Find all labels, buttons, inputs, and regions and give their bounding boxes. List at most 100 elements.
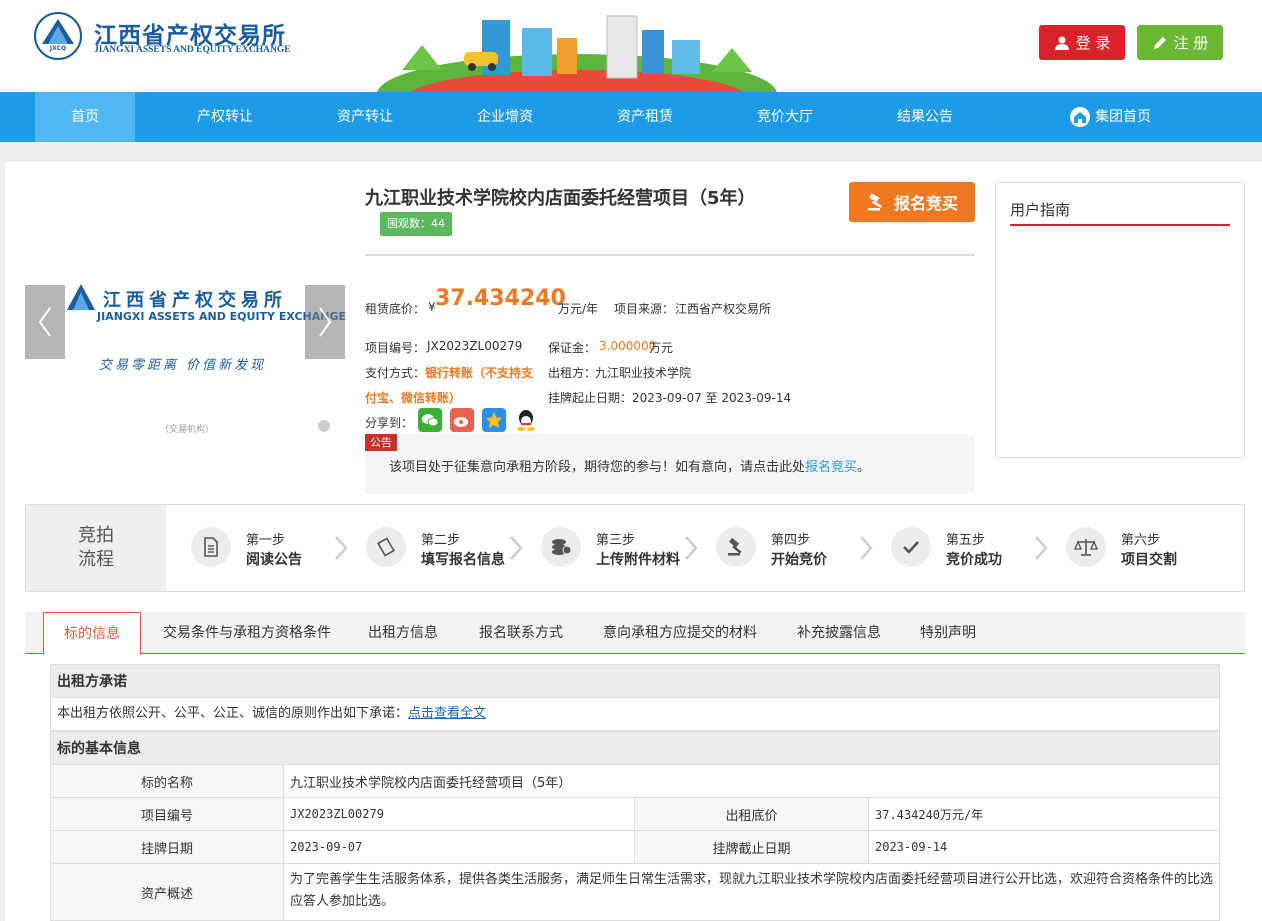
logo-mark-text: JXCQ <box>49 45 67 52</box>
tab-contact[interactable]: 报名联系方式 <box>468 612 574 654</box>
code-cell-label: 项目编号 <box>51 798 284 830</box>
nav-item-bidding-hall[interactable]: 竞价大厅 <box>735 92 835 142</box>
chevron-right-icon <box>1035 536 1048 560</box>
subject-name-value: 九江职业技术学院校内店面委托经营项目（5年） <box>290 775 572 791</box>
price-unit: 万元/年 <box>558 302 599 316</box>
carousel-slogan: 交易零距离 价值新发现 <box>99 358 267 373</box>
view-count-badge: 围观数：44 <box>380 212 452 236</box>
pencil-icon <box>1153 36 1166 49</box>
step-5-num: 第五步 <box>946 533 986 548</box>
tab-trade-conditions[interactable]: 交易条件与承租方资格条件 <box>151 612 343 654</box>
login-label: 登 录 <box>1075 34 1111 52</box>
project-title: 九江职业技术学院校内店面委托经营项目（5年） <box>365 188 756 209</box>
code-value: JX2023ZL00279 <box>427 339 523 353</box>
chevron-right-icon <box>319 307 332 337</box>
step-6-name: 项目交割 <box>1121 552 1177 568</box>
carousel-next-button[interactable] <box>305 285 345 359</box>
notice-text: 该项目处于征集意向承租方阶段，期待您的参与！如有意向，请点击此处报名竞买。 <box>389 456 870 475</box>
register-bid-label: 报名竞买 <box>893 194 958 213</box>
period-value: 2023-09-07 至 2023-09-14 <box>632 391 792 405</box>
site-header: JXCQ 江西省产权交易所 JIANGXI ASSETS AND EQUITY … <box>0 0 1262 92</box>
step-3-name: 上传附件材料 <box>596 552 680 568</box>
rent-price-value: 37.434240万元/年 <box>875 807 984 822</box>
register-bid-button[interactable]: 报名竞买 <box>849 182 975 222</box>
step-4-num: 第四步 <box>771 533 811 548</box>
nav-item-group-home[interactable]: 集团首页 <box>1060 92 1160 142</box>
chevron-right-icon <box>860 536 873 560</box>
promise-row: 本出租方依照公开、公平、公正、诚信的原则作出如下承诺：点击查看全文 <box>50 698 1220 731</box>
document-icon <box>191 527 231 567</box>
chevron-right-icon <box>685 536 698 560</box>
carousel-dot[interactable] <box>318 420 330 432</box>
tab-special-statement[interactable]: 特别声明 <box>908 612 988 654</box>
nav-item-asset-lease[interactable]: 资产租赁 <box>595 92 695 142</box>
qzone-share-icon[interactable] <box>482 408 506 432</box>
register-button[interactable]: 注 册 <box>1137 25 1223 60</box>
wechat-share-icon[interactable] <box>418 408 442 432</box>
chevron-left-icon <box>38 307 51 337</box>
table-row: 挂牌日期 2023-09-07 挂牌截止日期 2023-09-14 <box>50 831 1220 864</box>
step-6-num: 第六步 <box>1121 533 1161 548</box>
step-3-num: 第三步 <box>596 533 636 548</box>
carousel-logo-cn: 江西省产权交易所 <box>103 290 287 311</box>
lessor-value: 九江职业技术学院 <box>595 366 692 380</box>
source-value: 江西省产权交易所 <box>675 302 772 316</box>
main-nav: 首页 产权转让 资产转让 企业增资 资产租赁 竞价大厅 结果公告 集团首页 <box>0 92 1262 142</box>
login-button[interactable]: 登 录 <box>1039 25 1125 60</box>
qq-share-icon[interactable] <box>514 408 538 432</box>
code-label: 项目编号： <box>365 341 426 355</box>
carousel-prev-button[interactable] <box>25 285 65 359</box>
register-label: 注 册 <box>1173 34 1209 52</box>
tab-lessor-info[interactable]: 出租方信息 <box>358 612 448 654</box>
step-2-name: 填写报名信息 <box>421 552 505 568</box>
nav-item-results[interactable]: 结果公告 <box>875 92 975 142</box>
chevron-right-icon <box>335 536 348 560</box>
listing-end-label: 挂牌截止日期 <box>635 831 869 863</box>
check-icon <box>891 527 931 567</box>
step-5-name: 竞价成功 <box>946 552 1002 568</box>
subject-name-label: 标的名称 <box>51 765 284 797</box>
chevron-right-icon <box>510 536 523 560</box>
basic-info-section-title: 标的基本信息 <box>50 731 1220 765</box>
asset-overview-label: 资产概述 <box>51 864 284 920</box>
carousel-logo-icon <box>67 284 95 310</box>
promise-text: 本出租方依照公开、公平、公正、诚信的原则作出如下承诺： <box>57 706 409 721</box>
rent-price-label: 出租底价 <box>635 798 869 830</box>
payment-value-line1: 银行转账（不支持支 <box>425 366 534 380</box>
nav-item-capital-increase[interactable]: 企业增资 <box>455 92 555 142</box>
tab-subject-info[interactable]: 标的信息 <box>43 612 141 655</box>
process-heading-line2: 流程 <box>78 549 114 570</box>
listing-end-value: 2023-09-14 <box>875 840 948 854</box>
tab-supplementary[interactable]: 补充披露信息 <box>786 612 892 654</box>
coins-icon <box>541 527 581 567</box>
asset-overview-value: 为了完善学生生活服务体系，提供各类生活服务，满足师生日常生活需求，现就九江职业技… <box>290 872 1214 909</box>
nav-item-group-home-label: 集团首页 <box>1095 109 1151 125</box>
code-cell-value: JX2023ZL00279 <box>284 798 635 830</box>
table-row: 资产概述 为了完善学生生活服务体系，提供各类生活服务，满足师生日常生活需求，现就… <box>50 864 1220 921</box>
detail-tabs: 标的信息 交易条件与承租方资格条件 出租方信息 报名联系方式 意向承租方应提交的… <box>25 612 1245 655</box>
promise-full-text-link[interactable]: 点击查看全文 <box>408 706 486 721</box>
promise-section-title: 出租方承诺 <box>50 664 1220 698</box>
step-2-num: 第二步 <box>421 533 461 548</box>
source-label: 项目来源： <box>614 302 675 316</box>
lessor-label: 出租方： <box>548 366 597 380</box>
edit-form-icon <box>366 527 406 567</box>
bidding-process: 竞拍 流程 第一步 阅读公告 第二步 填写报名信息 第三步 上传附件材料 第四步… <box>25 504 1245 592</box>
notice-bid-link[interactable]: 报名竞买 <box>805 460 857 475</box>
gavel-icon <box>867 193 882 211</box>
step-1-name: 阅读公告 <box>246 552 302 568</box>
notice-end: 。 <box>857 460 871 475</box>
deposit-unit: 万元 <box>649 341 674 355</box>
nav-item-home[interactable]: 首页 <box>35 92 135 142</box>
nav-item-equity-transfer[interactable]: 产权转让 <box>175 92 275 142</box>
step-1-num: 第一步 <box>246 533 286 548</box>
carousel-tag: （交易机构） <box>160 425 215 435</box>
weibo-share-icon[interactable] <box>450 408 474 432</box>
user-guide-title: 用户指南 <box>1010 201 1071 219</box>
nav-item-asset-transfer[interactable]: 资产转让 <box>315 92 415 142</box>
site-logo[interactable]: JXCQ 江西省产权交易所 JIANGXI ASSETS AND EQUITY … <box>34 12 291 64</box>
payment-label: 支付方式： <box>365 366 426 380</box>
share-label: 分享到： <box>365 416 414 430</box>
image-carousel: 江西省产权交易所 JIANGXI ASSETS AND EQUITY EXCHA… <box>25 282 346 442</box>
tab-materials[interactable]: 意向承租方应提交的材料 <box>592 612 768 654</box>
